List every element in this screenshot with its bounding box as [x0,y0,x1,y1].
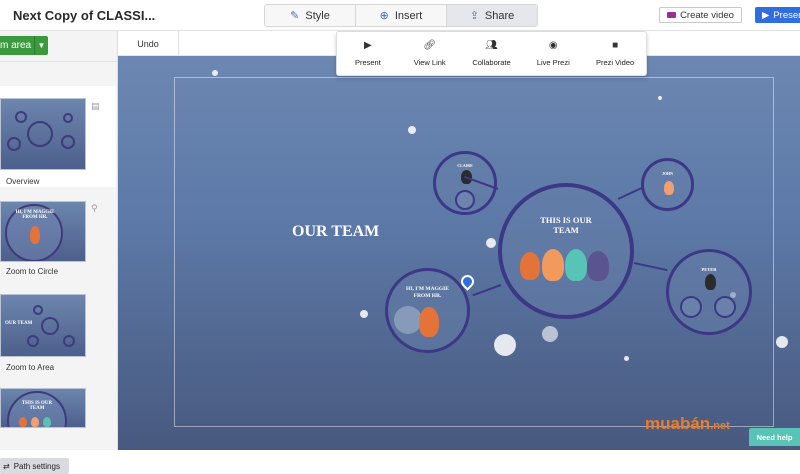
broadcast-icon: ◉ [548,39,558,51]
thumbnail-overview [0,98,86,170]
watermark-logo: muabán.net [645,414,730,434]
present-button[interactable]: ▶ Present [755,7,800,23]
watermark-main: muabán [645,414,711,433]
share-option-label: Prezi Video [595,57,635,67]
path-settings-button[interactable]: ⇄ Path settings [0,458,69,474]
share-option-prezi-video[interactable]: ■ Prezi Video [584,32,646,75]
share-option-view-link[interactable]: 🔗︎ View Link [399,32,461,75]
path-item-label: Overview [6,177,40,186]
create-video-label: Create video [680,9,734,21]
tab-share-label: Share [484,9,515,22]
path-item-overview[interactable]: ▤ Overview [0,86,116,187]
play-icon: ▶ [762,9,770,21]
share-option-collaborate[interactable]: 👥︎ Collaborate [461,32,523,75]
video-camera-icon: ■ [612,39,619,51]
path-settings-icon: ⇄ [3,461,10,471]
circle-right-text: PETER [701,267,717,272]
play-icon: ▶ [364,39,372,51]
circle-maggie-text: HI, I'M MAGGIE FROM HR. [406,286,449,299]
snowflake-decoration [776,336,788,348]
thumb-circle-text: HI, I'M MAGGIE FROM HR. [15,210,55,220]
thumbnail-zoom-area: OUR TEAM [0,294,86,357]
share-option-label: View Link [413,57,446,67]
share-option-live-prezi[interactable]: ◉ Live Prezi [522,32,584,75]
document-title[interactable]: Next Copy of CLASSI... [13,8,155,23]
share-option-label: Present [354,57,381,67]
people-icon: 👥︎ [485,39,498,51]
circle-top-left-text: CLAIRE [457,163,473,168]
path-sidebar: m area ▼ ▤ Overview HI, I'M MAGGIE FROM … [0,31,118,474]
circle-top-right[interactable]: JOHN [641,158,694,211]
tab-style[interactable]: ✎ Style [265,5,356,26]
canvas-heading[interactable]: OUR TEAM [292,223,379,241]
circle-right[interactable]: PETER [666,249,752,335]
brush-icon: ✎ [290,10,300,22]
circle-top-left[interactable]: CLAIRE [433,151,497,215]
path-item-zoom-area[interactable]: OUR TEAM Zoom to Area [0,291,116,383]
thumbnail-zoom-circle: HI, I'M MAGGIE FROM HR. [0,201,86,262]
notes-icon[interactable]: ▤ [91,101,100,112]
circle-center[interactable]: THIS IS OUR TEAM [498,183,634,319]
tab-share[interactable]: ⇪ Share [447,5,537,26]
need-help-button[interactable]: Need help [749,428,800,446]
share-icon: ⇪ [469,10,479,22]
add-area-label: m area [0,40,32,51]
snowflake-decoration [212,70,218,76]
circle-top-right-text: JOHN [661,171,674,176]
path-settings-label: Path settings [13,461,60,471]
share-option-label: Live Prezi [536,57,570,67]
watermark-suffix: .net [710,420,730,432]
circle-center-text: THIS IS OUR TEAM [540,215,592,235]
path-item-zoom-circle[interactable]: HI, I'M MAGGIE FROM HR. ⚲ Zoom to Circle [0,197,116,289]
chevron-down-icon[interactable]: ▼ [34,36,48,55]
link-icon: 🔗︎ [423,39,437,51]
share-option-label: Collaborate [472,57,511,67]
plus-circle-icon: ⊕ [379,10,389,22]
presentation-canvas[interactable]: OUR TEAM CLAIRE JOHN THIS IS OUR TEAM HI… [118,56,800,450]
thumbnail-team: THIS IS OUR TEAM [0,388,86,428]
circle-maggie[interactable]: HI, I'M MAGGIE FROM HR. [385,268,470,353]
path-item-label: Zoom to Area [6,363,55,372]
path-item-label: Zoom to Circle [6,267,59,276]
video-camera-icon [667,12,677,18]
thumb-area-text: OUR TEAM [5,321,33,326]
present-label: Present [773,9,800,21]
undo-button[interactable]: Undo [118,31,179,56]
share-option-present[interactable]: ▶ Present [337,32,399,75]
share-menu: ▶ Present 🔗︎ View Link 👥︎ Collaborate ◉ … [336,31,647,76]
presentation-frame[interactable] [174,77,774,427]
tab-insert[interactable]: ⊕ Insert [356,5,447,26]
thumb-team-text: THIS IS OUR TEAM [21,401,53,411]
location-pin-icon[interactable]: ⚲ [91,203,98,214]
path-item-team[interactable]: THIS IS OUR TEAM [0,386,116,428]
toolbar-tabs: ✎ Style ⊕ Insert ⇪ Share [264,4,538,27]
top-bar: Next Copy of CLASSI... ✎ Style ⊕ Insert … [0,0,800,31]
add-area-button[interactable]: m area ▼ [0,36,48,55]
tab-style-label: Style [305,9,330,22]
tab-insert-label: Insert [394,9,423,22]
create-video-button[interactable]: Create video [659,7,742,23]
sidebar-divider [0,61,118,62]
